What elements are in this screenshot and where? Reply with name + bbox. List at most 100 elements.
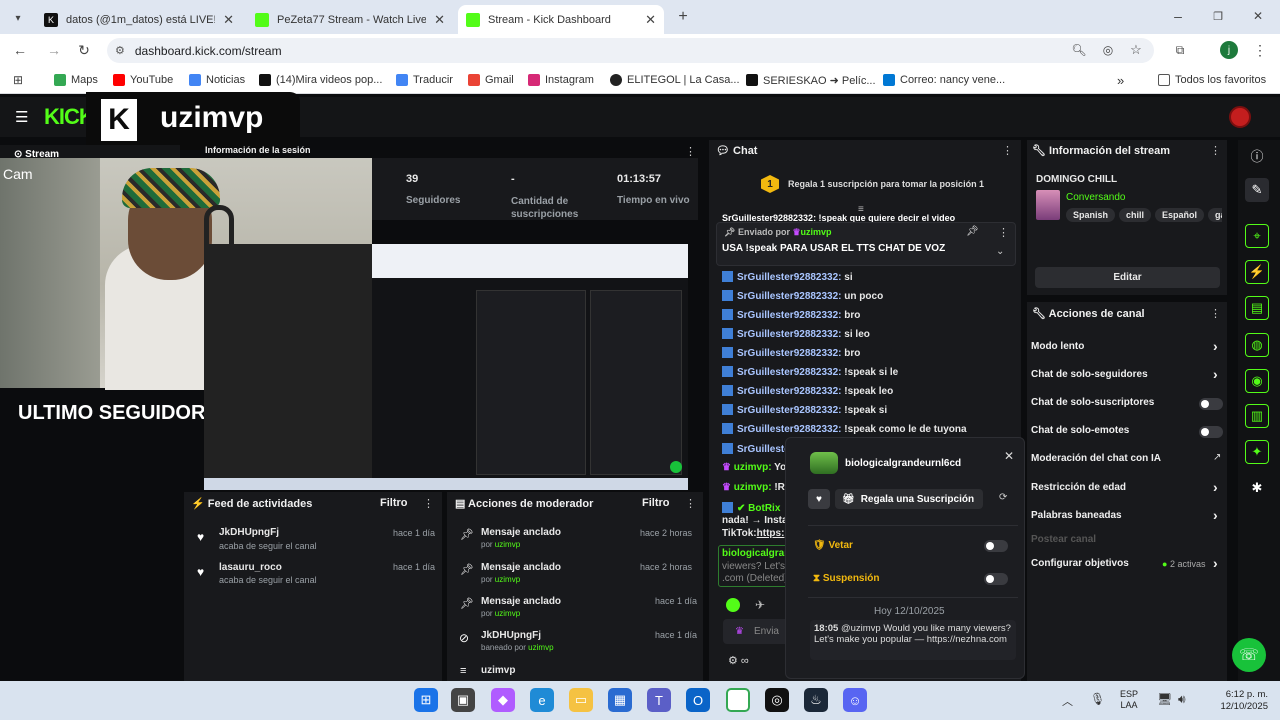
profile-avatar[interactable]: j (1220, 41, 1238, 59)
chat-input[interactable]: ♛ Envia (723, 619, 789, 644)
info-icon[interactable]: ⓘ (1245, 143, 1269, 167)
activity-menu-icon[interactable]: ⋮ (423, 497, 434, 510)
steam-icon[interactable]: ♨ (804, 688, 828, 712)
layout-icon[interactable]: ▥ (1245, 404, 1269, 428)
chat-message-bot[interactable]: ✔ BotRix (722, 502, 780, 514)
stream-category[interactable]: Conversando (1066, 192, 1125, 203)
bookmark-star-icon[interactable]: ☆ (1128, 42, 1144, 58)
new-tab-button[interactable]: + (674, 8, 692, 26)
chat-message[interactable]: SrGuillester92882332: !speak leo (722, 385, 893, 397)
bookmark-serieskao[interactable]: SERIESKAO ➜ Pelíc... (746, 73, 876, 87)
channel-actions-menu-icon[interactable]: ⋮ (1210, 307, 1221, 320)
stream-tag[interactable]: Español (1155, 208, 1205, 222)
clock[interactable]: 6:12 p. m. 12/10/2025 (1210, 689, 1268, 713)
chat-message[interactable]: SrGuillester92882332: un poco (722, 290, 883, 302)
moderator-filter-button[interactable]: Filtro (642, 497, 670, 509)
unpin-icon[interactable]: 📌︎ (966, 226, 979, 237)
apps-grid-icon[interactable]: ⊞ (10, 72, 26, 88)
chat-settings-icons[interactable]: ⚙ ∞ (728, 654, 749, 667)
chat-menu-icon[interactable]: ⋮ (1002, 144, 1013, 157)
chat-message[interactable]: SrGuillester (722, 443, 794, 455)
restore-icon[interactable]: ❐ (1210, 8, 1226, 24)
chat-message[interactable]: ♛ uzimvp: Yo (722, 462, 786, 473)
follow-heart-button[interactable]: ♥ (808, 489, 830, 509)
close-tab-icon[interactable]: ✕ (645, 12, 656, 28)
outlook-icon[interactable]: O (686, 688, 710, 712)
chat-message[interactable]: SrGuillester92882332: !speak si le (722, 366, 898, 378)
store-icon[interactable]: ▦ (608, 688, 632, 712)
gift-subscription-button[interactable]: 🎁︎ Regala una Suscripción (835, 489, 983, 509)
hamburger-menu-icon[interactable]: ☰ (15, 108, 31, 126)
extensions-icon[interactable]: ⧉ (1172, 42, 1188, 58)
subs-only-toggle[interactable] (1199, 398, 1223, 410)
widgets-icon[interactable]: ✱ (1245, 476, 1269, 500)
back-icon[interactable]: ← (12, 42, 28, 58)
discord-icon[interactable]: ☺ (843, 688, 867, 712)
pinned-menu-icon[interactable]: ⋮ (998, 226, 1009, 239)
stream-tag[interactable]: Spanish (1066, 208, 1116, 222)
language-indicator[interactable]: ESP LAA (1120, 689, 1138, 711)
copilot-icon[interactable]: ◆ (491, 688, 515, 712)
zoom-icon[interactable]: 🔍︎ (1071, 42, 1087, 58)
chevron-right-icon[interactable]: › (1213, 338, 1218, 354)
suspension-toggle[interactable] (984, 573, 1008, 585)
category-thumbnail[interactable] (1036, 190, 1060, 220)
action-set-goals[interactable]: Configurar objetivos (1031, 558, 1129, 569)
bookmark-traducir[interactable]: Traducir (396, 73, 453, 87)
expand-pinned-icon[interactable]: ⌄ (996, 246, 1004, 257)
stream-info-menu-icon[interactable]: ⋮ (1210, 144, 1221, 157)
browser-tab-3-active[interactable]: Stream - Kick Dashboard ✕ (458, 5, 664, 34)
minimize-icon[interactable]: – (1170, 8, 1186, 24)
bookmark-correo[interactable]: Correo: nancy vene... (883, 73, 1005, 87)
close-tab-icon[interactable]: ✕ (223, 12, 234, 28)
chevron-right-icon[interactable]: › (1213, 479, 1218, 495)
edit-stream-button[interactable]: Editar (1035, 267, 1220, 288)
bookmark-tiktok[interactable]: (14)Mira videos pop... (259, 73, 382, 87)
mod-user[interactable]: uzimvp (495, 609, 520, 618)
volume-icon[interactable]: 🔊︎ (1178, 692, 1186, 707)
document-icon[interactable]: ▤ (1245, 296, 1269, 320)
chat-message[interactable]: SrGuillester92882332: !speak si (722, 404, 887, 416)
bookmark-gmail[interactable]: Gmail (468, 73, 514, 87)
chrome-icon[interactable] (726, 688, 750, 712)
action-ai-moderation[interactable]: Moderación del chat con IA (1031, 453, 1161, 464)
external-link-icon[interactable]: ↗ (1213, 452, 1221, 463)
obs-icon[interactable]: ◎ (765, 688, 789, 712)
chat-message[interactable]: ♛ uzimvp: !R (722, 482, 785, 493)
close-window-icon[interactable]: ✕ (1250, 8, 1266, 24)
action-followers-only[interactable]: Chat de solo-seguidores (1031, 369, 1148, 380)
chevron-right-icon[interactable]: › (1213, 507, 1218, 523)
action-slow-mode[interactable]: Modo lento (1031, 341, 1084, 352)
chat-message[interactable]: SrGuillester92882332: si (722, 271, 853, 283)
lightning-icon[interactable]: ⚡ (1245, 260, 1269, 284)
activity-user[interactable]: JkDHUpngFj (219, 527, 279, 538)
user-card-username[interactable]: biologicalgrandeurnl6cd (845, 458, 961, 469)
chat-bubble-icon[interactable]: ◍ (1245, 333, 1269, 357)
bookmark-elitegol[interactable]: ELITEGOL | La Casa... (610, 73, 740, 87)
tray-chevron-icon[interactable]: ︿ (1062, 693, 1073, 709)
close-popup-icon[interactable]: ✕ (1004, 449, 1014, 463)
bookmark-youtube[interactable]: YouTube (113, 73, 173, 87)
chat-message[interactable]: SrGuillester92882332: bro (722, 309, 860, 321)
bookmark-instagram[interactable]: Instagram (528, 73, 594, 87)
bookmark-noticias[interactable]: Noticias (189, 73, 245, 87)
start-button-icon[interactable]: ⊞ (414, 688, 438, 712)
action-post-channel[interactable]: Postear canal (1031, 534, 1096, 545)
task-view-icon[interactable]: ▣ (451, 688, 475, 712)
more-options-icon[interactable]: ⟳ (999, 492, 1007, 503)
microphone-icon[interactable]: 🎙︎ (1090, 692, 1105, 706)
stream-tag[interactable]: chill (1119, 208, 1152, 222)
menu-dots-icon[interactable]: ⋮ (1253, 42, 1267, 58)
mod-user[interactable]: uzimvp (495, 575, 520, 584)
tab-search-icon[interactable]: ▾ (10, 10, 26, 26)
action-banned-words[interactable]: Palabras baneadas (1031, 510, 1122, 521)
chevron-right-icon[interactable]: › (1213, 555, 1218, 571)
edge-icon[interactable]: e (530, 688, 554, 712)
action-age-restriction[interactable]: Restricción de edad (1031, 482, 1126, 493)
network-icon[interactable]: 🖥︎ (1157, 692, 1172, 706)
browser-tab-1[interactable]: K datos (@1m_datos) está LIVE! T ✕ (36, 5, 242, 34)
url-field[interactable]: ⚙ dashboard.kick.com/stream (107, 38, 1154, 63)
chevron-right-icon[interactable]: › (1213, 366, 1218, 382)
file-explorer-icon[interactable]: ▭ (569, 688, 593, 712)
bookmark-maps[interactable]: Maps (54, 73, 98, 87)
